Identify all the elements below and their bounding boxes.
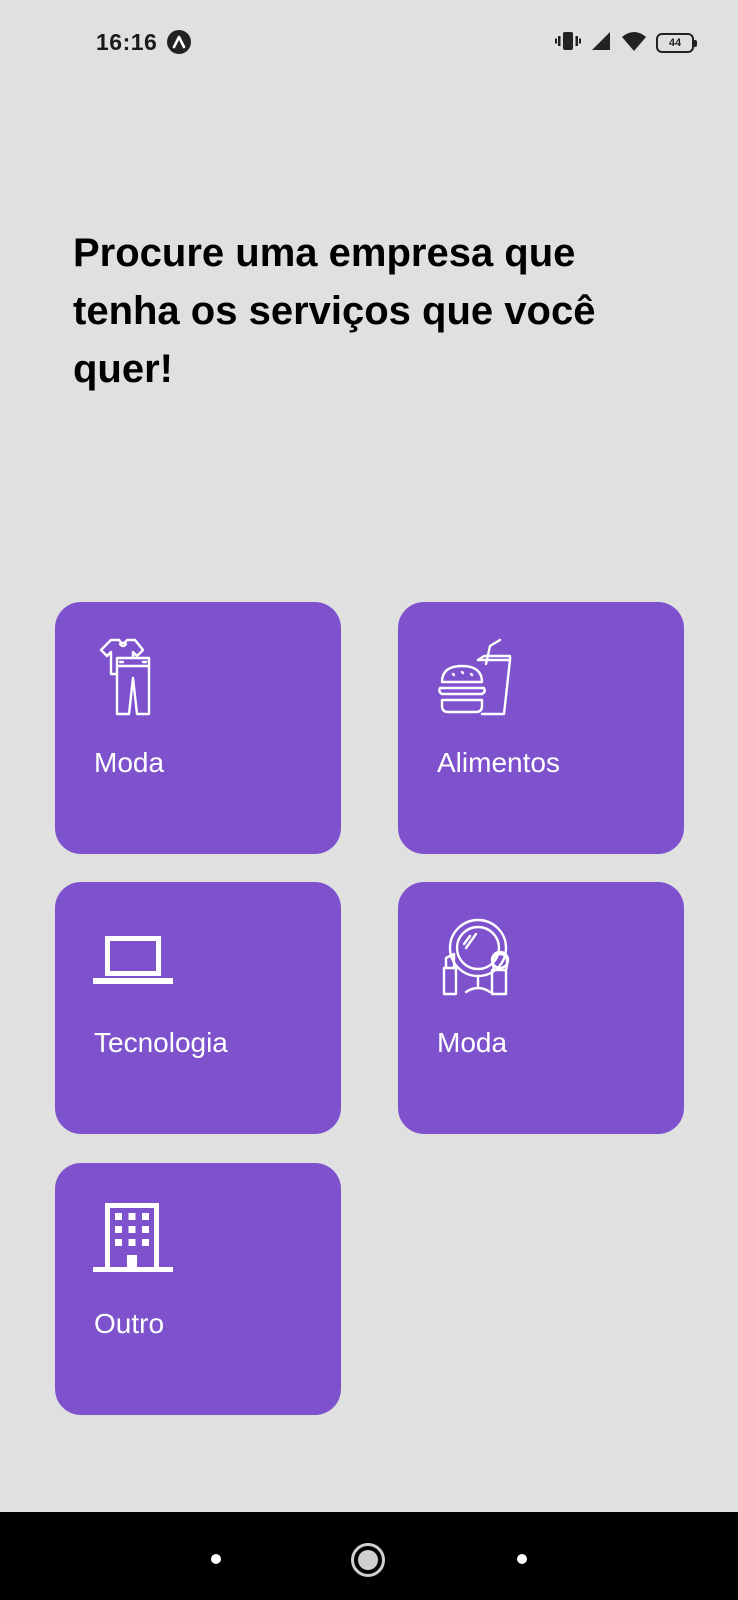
back-button[interactable]	[517, 1554, 527, 1564]
cell-signal-icon	[590, 30, 612, 57]
laptop-icon	[91, 914, 175, 998]
category-card-tecnologia[interactable]: Tecnologia	[55, 882, 341, 1134]
status-bar: 16:16 44	[0, 0, 738, 86]
category-card-moda-beauty[interactable]: Moda	[398, 882, 684, 1134]
category-label: Alimentos	[437, 747, 560, 778]
fast-food-icon	[434, 634, 518, 718]
status-icons: 44	[555, 30, 697, 57]
category-card-outro[interactable]: Outro	[55, 1163, 341, 1415]
wifi-icon	[621, 30, 647, 57]
category-label: Moda	[437, 1027, 508, 1058]
app-notification-icon	[167, 30, 191, 54]
status-time: 16:16	[96, 29, 158, 55]
navigation-bar	[0, 1512, 738, 1600]
category-label: Moda	[94, 747, 165, 778]
category-label: Outro	[94, 1308, 165, 1339]
battery-level: 44	[668, 37, 682, 49]
screen: 16:16 44 Procure uma empresa que tenha o…	[0, 0, 738, 1600]
clothes-icon	[91, 634, 175, 718]
category-card-alimentos[interactable]: Alimentos	[398, 602, 684, 854]
category-card-moda[interactable]: Moda	[55, 602, 341, 854]
home-button[interactable]	[351, 1543, 385, 1577]
building-icon	[91, 1195, 175, 1279]
battery-icon: 44	[656, 33, 697, 53]
recents-button[interactable]	[211, 1554, 221, 1564]
vibrate-icon	[555, 30, 581, 57]
makeup-mirror-icon	[434, 914, 518, 998]
page-title: Procure uma empresa que tenha os serviço…	[73, 231, 596, 391]
category-label: Tecnologia	[94, 1027, 228, 1058]
